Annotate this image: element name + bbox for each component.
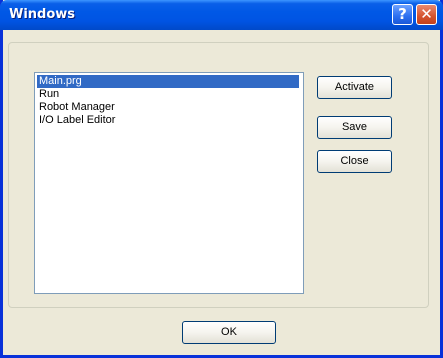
help-icon[interactable]: ? <box>392 4 413 25</box>
list-item[interactable]: I/O Label Editor <box>37 114 115 127</box>
ok-button[interactable]: OK <box>182 321 276 344</box>
title-bar[interactable]: Windows ? ✕ <box>0 0 443 30</box>
list-item[interactable]: Main.prg <box>37 75 299 88</box>
windows-listbox[interactable]: Main.prg Run Robot Manager I/O Label Edi… <box>34 72 304 294</box>
close-button[interactable]: Close <box>317 150 392 173</box>
save-button[interactable]: Save <box>317 116 392 139</box>
activate-button[interactable]: Activate <box>317 76 392 99</box>
list-item[interactable]: Run <box>37 88 59 101</box>
close-icon[interactable]: ✕ <box>416 4 437 25</box>
list-item[interactable]: Robot Manager <box>37 101 115 114</box>
window-title: Windows <box>9 7 76 22</box>
